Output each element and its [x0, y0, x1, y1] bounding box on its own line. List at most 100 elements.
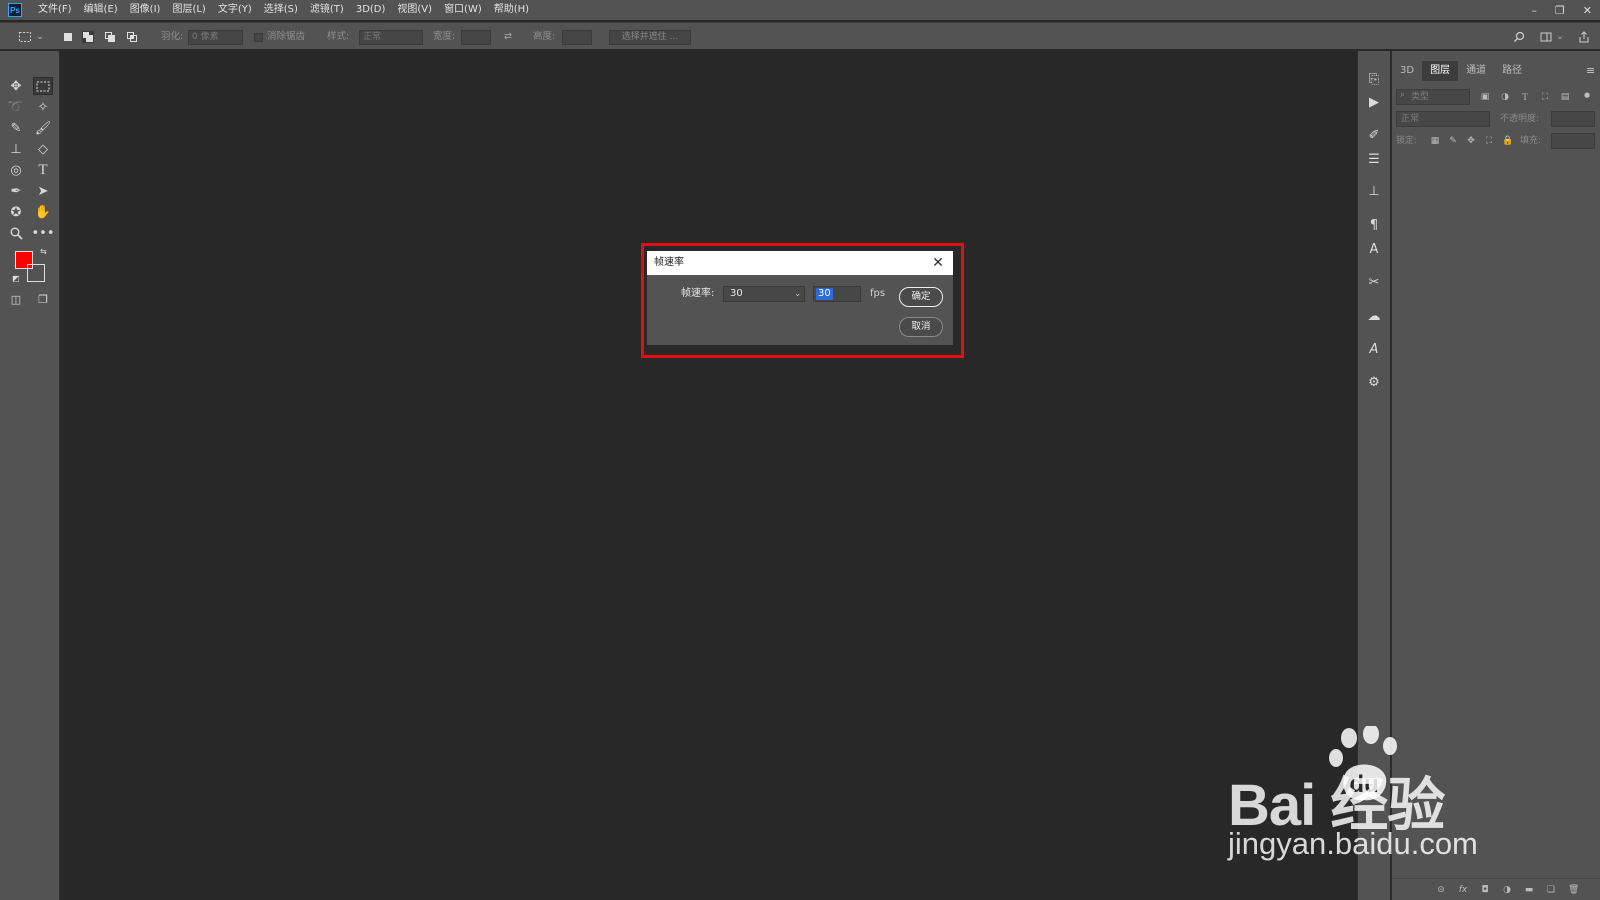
- menu-type[interactable]: 文字(Y): [212, 0, 258, 20]
- antialias-checkbox[interactable]: [254, 33, 263, 42]
- menu-file[interactable]: 文件(F): [32, 0, 78, 20]
- new-adjustment-layer-icon[interactable]: ◑: [1502, 885, 1512, 895]
- pen-tool-icon[interactable]: ✒: [6, 182, 26, 200]
- workspace-icon[interactable]: [1540, 31, 1552, 43]
- layer-style-icon[interactable]: fx: [1458, 885, 1468, 895]
- width-input[interactable]: [461, 30, 491, 45]
- tab-paths[interactable]: 路径: [1494, 61, 1530, 81]
- frame-rate-input[interactable]: 30: [813, 286, 861, 302]
- feather-input[interactable]: 0 像素: [188, 30, 243, 45]
- brush-tool-icon[interactable]: 🖌: [33, 119, 53, 137]
- hand-tool-icon[interactable]: ✋: [33, 203, 53, 221]
- subtract-from-selection-icon[interactable]: [104, 31, 116, 43]
- move-tool-icon[interactable]: ✥: [6, 77, 26, 95]
- magic-wand-tool-icon[interactable]: ✧: [33, 98, 53, 116]
- blend-mode-select[interactable]: 正常: [1396, 111, 1490, 127]
- rectangular-marquee-tool-icon[interactable]: [33, 77, 53, 95]
- options-bar: ⌄ 羽化: 0 像素 消除锯齿 样式: 正常 宽度: ⇄ 高度: 选择并遮住 .…: [0, 22, 1600, 50]
- lock-image-icon[interactable]: ✎: [1448, 136, 1458, 146]
- menu-3d[interactable]: 3D(D): [350, 0, 392, 20]
- lock-position-icon[interactable]: ✥: [1466, 136, 1476, 146]
- lock-transparent-icon[interactable]: ▦: [1430, 136, 1440, 146]
- filter-adjustment-icon[interactable]: ◑: [1500, 92, 1510, 102]
- minimize-icon[interactable]: –: [1531, 4, 1537, 17]
- frame-rate-select[interactable]: 30 ⌄: [723, 286, 805, 302]
- glyphs-icon[interactable]: A: [1364, 339, 1384, 359]
- menu-filter[interactable]: 滤镜(T): [304, 0, 350, 20]
- delete-layer-icon[interactable]: 🗑: [1568, 885, 1579, 895]
- menu-layer[interactable]: 图层(L): [166, 0, 211, 20]
- brush-settings-icon[interactable]: ✐: [1364, 125, 1384, 145]
- swap-colors-icon[interactable]: ⇆: [40, 247, 47, 256]
- menu-edit[interactable]: 编辑(E): [78, 0, 124, 20]
- chevron-down-icon[interactable]: ⌄: [36, 29, 44, 45]
- height-input[interactable]: [562, 30, 592, 45]
- tab-layers[interactable]: 图层: [1422, 61, 1459, 81]
- paragraph-icon[interactable]: ¶: [1364, 215, 1384, 235]
- marquee-tool-preset-icon[interactable]: [18, 30, 32, 44]
- zoom-tool-icon[interactable]: [6, 224, 26, 242]
- lock-artboard-icon[interactable]: ⛶: [1484, 136, 1494, 146]
- filter-toggle-icon[interactable]: ●: [1582, 90, 1592, 100]
- style-select[interactable]: 正常: [359, 30, 423, 45]
- tool-presets-icon[interactable]: ✂: [1364, 272, 1384, 292]
- lock-all-icon[interactable]: 🔒: [1502, 136, 1513, 146]
- close-icon[interactable]: ✕: [931, 255, 945, 271]
- intersect-selection-icon[interactable]: [126, 31, 138, 43]
- libraries-icon[interactable]: ☁: [1364, 306, 1384, 326]
- character-icon[interactable]: A: [1364, 239, 1384, 259]
- tab-3d[interactable]: 3D: [1392, 61, 1422, 81]
- path-selection-tool-icon[interactable]: ➤: [33, 182, 53, 200]
- new-selection-icon[interactable]: [62, 31, 74, 43]
- custom-shape-tool-icon[interactable]: ✪: [6, 203, 26, 221]
- opacity-input[interactable]: [1551, 111, 1595, 127]
- eraser-tool-icon[interactable]: ◇: [33, 140, 53, 158]
- filter-smart-object-icon[interactable]: ▤: [1560, 92, 1570, 102]
- properties-icon[interactable]: ⚙: [1364, 372, 1384, 392]
- filter-shape-icon[interactable]: ⛶: [1540, 92, 1550, 102]
- new-group-icon[interactable]: ▬: [1524, 885, 1534, 895]
- quick-mask-icon[interactable]: ◫: [6, 290, 26, 308]
- gradient-tool-icon[interactable]: ◎: [6, 161, 26, 179]
- add-to-selection-icon[interactable]: [82, 31, 94, 43]
- filter-pixel-icon[interactable]: ▣: [1480, 92, 1490, 102]
- eyedropper-tool-icon[interactable]: ✎: [6, 119, 26, 137]
- default-colors-icon[interactable]: ◩: [12, 274, 20, 283]
- chevron-down-icon[interactable]: ⌄: [1556, 29, 1564, 45]
- link-layers-icon[interactable]: ⊝: [1436, 885, 1446, 895]
- history-icon[interactable]: ⎘: [1364, 69, 1384, 89]
- layer-filter-select[interactable]: 类型: [1396, 89, 1470, 105]
- swap-icon[interactable]: ⇄: [504, 29, 512, 45]
- clone-source-icon[interactable]: ⊥: [1364, 181, 1384, 201]
- lasso-tool-icon[interactable]: ➰: [6, 98, 26, 116]
- actions-play-icon[interactable]: ▶: [1364, 92, 1384, 112]
- menu-view[interactable]: 视图(V): [391, 0, 438, 20]
- restore-icon[interactable]: ❐: [1555, 4, 1565, 17]
- share-icon[interactable]: [1578, 31, 1590, 43]
- type-tool-icon[interactable]: T: [33, 161, 53, 179]
- select-and-mask-button[interactable]: 选择并遮住 ...: [609, 30, 691, 45]
- antialias-label: 消除锯齿: [267, 31, 306, 42]
- adjustments-icon[interactable]: ☰: [1364, 149, 1384, 169]
- new-layer-icon[interactable]: ❏: [1546, 885, 1556, 895]
- tab-channels[interactable]: 通道: [1458, 61, 1494, 81]
- search-icon[interactable]: [1513, 31, 1525, 43]
- ok-button[interactable]: 确定: [899, 287, 943, 307]
- panel-menu-icon[interactable]: ≡: [1586, 64, 1595, 77]
- style-label: 样式:: [327, 31, 350, 42]
- add-mask-icon[interactable]: ◘: [1480, 885, 1490, 895]
- menu-select[interactable]: 选择(S): [258, 0, 304, 20]
- close-icon[interactable]: ✕: [1583, 4, 1592, 17]
- search-icon: ⌕: [1400, 90, 1406, 100]
- menu-window[interactable]: 窗口(W): [438, 0, 488, 20]
- photoshop-logo[interactable]: Ps: [8, 3, 22, 17]
- background-color-swatch[interactable]: [27, 264, 45, 282]
- clone-stamp-tool-icon[interactable]: ⊥: [6, 140, 26, 158]
- menu-image[interactable]: 图像(I): [124, 0, 167, 20]
- screen-mode-icon[interactable]: ❐: [33, 290, 53, 308]
- filter-type-icon[interactable]: T: [1520, 92, 1530, 102]
- fill-input[interactable]: [1551, 133, 1595, 149]
- cancel-button[interactable]: 取消: [899, 317, 943, 337]
- menu-help[interactable]: 帮助(H): [488, 0, 535, 20]
- more-tools-icon[interactable]: •••: [32, 224, 55, 242]
